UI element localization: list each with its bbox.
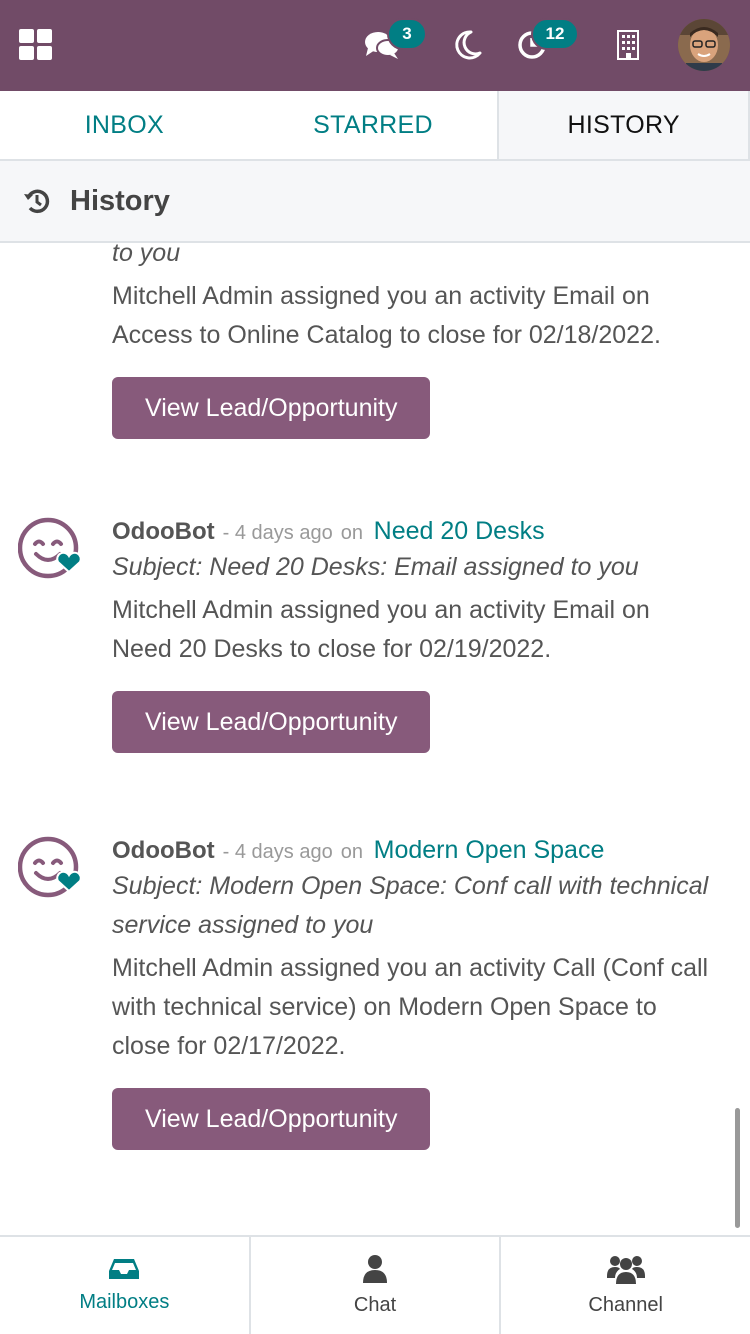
company-switcher[interactable] [614,27,642,63]
message-author[interactable]: OdooBot [112,837,215,864]
message-subject: to you [112,244,181,267]
nav-chat-label: Chat [353,1294,397,1316]
nav-chat[interactable]: Chat [248,1237,500,1334]
message-on-label: on [340,522,363,544]
tab-starred[interactable]: STARRED [249,91,498,159]
mailbox-tabs: INBOX STARRED HISTORY [0,91,750,161]
activities-count-badge: 12 [531,18,579,50]
message-subject: Subject: Modern Open Space: Conf call wi… [112,872,709,939]
messages-count-badge: 3 [387,18,427,50]
odoobot-avatar [18,836,82,898]
message-author[interactable]: OdooBot [112,518,215,545]
record-link[interactable]: Modern Open Space [374,836,605,864]
nav-mailboxes-label: Mailboxes [79,1291,170,1313]
message-subject: Subject: Need 20 Desks: Email assigned t… [112,553,639,581]
record-link[interactable]: Need 20 Desks [374,517,545,545]
nav-mailboxes[interactable]: Mailboxes [0,1237,249,1334]
bottom-navigation: Mailboxes Chat Channel [0,1235,750,1334]
message-header: OdooBot - 4 days ago on Modern Open Space [112,835,712,867]
user-avatar[interactable] [678,19,730,71]
users-group-icon [606,1256,645,1284]
history-icon [24,189,50,214]
dark-mode-toggle[interactable] [450,27,486,63]
view-lead-opportunity-button[interactable]: View Lead/Opportunity [112,691,431,753]
message-feed[interactable]: to you Mitchell Admin assigned you an ac… [0,244,750,1234]
section-header: History [0,161,750,243]
odoobot-avatar [18,517,82,579]
view-lead-opportunity-button[interactable]: View Lead/Opportunity [112,377,431,439]
view-lead-opportunity-button[interactable]: View Lead/Opportunity [112,1088,431,1150]
message-text: Mitchell Admin assigned you an activity … [112,282,661,349]
nav-channel[interactable]: Channel [499,1237,750,1334]
message-text: Mitchell Admin assigned you an activity … [112,596,650,663]
nav-channel-label: Channel [588,1294,663,1316]
message-date: - 4 days ago [222,522,333,544]
apps-menu-icon[interactable] [19,29,53,61]
feed-scrollbar[interactable] [735,1108,740,1228]
tab-history[interactable]: HISTORY [497,91,750,159]
message-text: Mitchell Admin assigned you an activity … [112,954,709,1060]
message-header: OdooBot - 4 days ago on Need 20 Desks [112,516,712,548]
user-icon [363,1255,387,1283]
user-photo [678,19,730,71]
message-on-label: on [340,841,363,863]
tab-inbox[interactable]: INBOX [0,91,249,159]
building-icon [617,30,639,60]
message-date: - 4 days ago [222,841,333,863]
section-title: History [70,184,170,217]
inbox-tray-icon [109,1259,140,1279]
moon-icon [455,30,482,60]
top-navbar: 3 12 [0,0,750,91]
